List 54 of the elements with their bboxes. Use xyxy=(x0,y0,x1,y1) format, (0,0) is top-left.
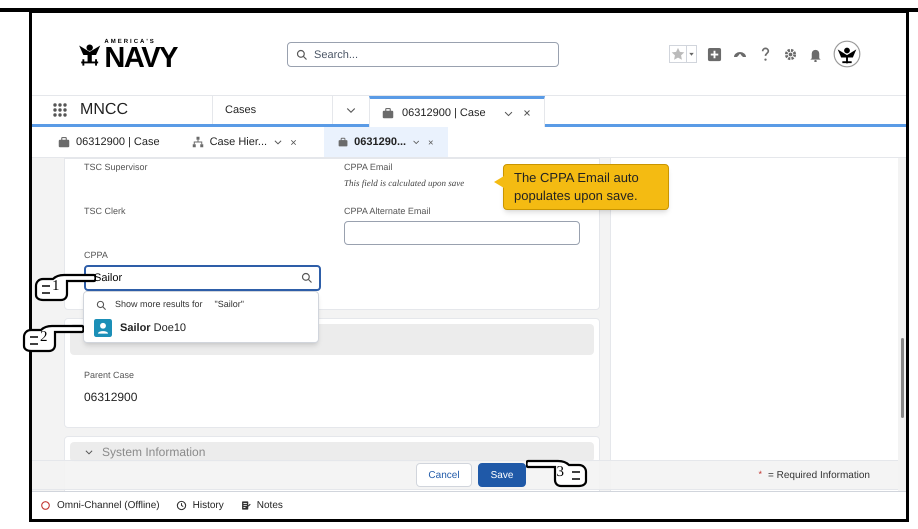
caret-icon xyxy=(686,46,696,62)
field-label: TSC Clerk xyxy=(84,205,126,217)
app-launcher-icon[interactable] xyxy=(52,102,68,118)
hierarchy-icon xyxy=(192,136,204,148)
field-label: CPPA Alternate Email xyxy=(344,205,430,217)
close-icon[interactable] xyxy=(426,138,434,146)
required-legend: = Required Information xyxy=(768,468,870,482)
nav-tab[interactable]: Cases xyxy=(212,96,332,124)
field-label: CPPA Email xyxy=(344,161,392,173)
contact-icon xyxy=(94,319,112,337)
callout-pointer xyxy=(494,176,504,188)
clock-icon xyxy=(176,500,187,511)
star-icon xyxy=(671,47,685,61)
field-label: CPPA xyxy=(84,249,108,261)
add-icon[interactable] xyxy=(707,46,722,62)
utility-item[interactable]: History xyxy=(176,498,224,513)
field-value: 06312900 xyxy=(84,388,138,406)
briefcase-icon xyxy=(382,107,394,119)
settings-icon[interactable] xyxy=(783,46,798,62)
search-field[interactable]: Search... xyxy=(287,42,559,67)
scrollbar-thumb[interactable] xyxy=(900,338,904,418)
field-label: Parent Case xyxy=(84,369,136,382)
search-icon xyxy=(301,272,313,284)
briefcase-icon xyxy=(338,136,348,148)
action-button[interactable]: Save xyxy=(478,463,526,487)
dropdown-result[interactable]: Sailor Doe10 xyxy=(84,316,318,340)
close-icon[interactable] xyxy=(289,138,298,146)
user-avatar[interactable] xyxy=(833,40,861,68)
briefcase-icon xyxy=(58,136,70,148)
app-name: MNCC xyxy=(80,100,128,120)
dropdown-item-text: Show more results for xyxy=(115,298,203,312)
step-number: 2 xyxy=(40,330,48,345)
notes-icon xyxy=(240,500,251,511)
close-icon[interactable] xyxy=(522,108,532,118)
input-field[interactable] xyxy=(344,221,580,245)
search-icon xyxy=(296,48,308,60)
action-button[interactable]: Cancel xyxy=(416,463,472,487)
status-ring-icon xyxy=(40,500,51,511)
dropdown-item[interactable]: Show more results for "Sailor" xyxy=(84,294,318,316)
required-mark: * xyxy=(758,468,762,482)
search-icon xyxy=(96,300,107,310)
field-note: This field is calculated upon save xyxy=(344,177,464,190)
utility-item[interactable]: Omni-Channel (Offline) xyxy=(40,498,160,513)
field-label: TSC Supervisor xyxy=(84,161,148,173)
section-title: System Information xyxy=(102,444,206,461)
step-number: 3 xyxy=(556,465,564,480)
subtab[interactable]: 06312900 | Case xyxy=(52,127,166,157)
search-query: "Sailor" xyxy=(214,298,244,312)
logo-wordmark: NAVY xyxy=(104,45,177,71)
nav-tab[interactable]: 06312900 | Case xyxy=(369,96,545,127)
step-number: 1 xyxy=(52,279,60,294)
subtab[interactable]: 0631290... xyxy=(324,127,448,157)
subtab[interactable]: Case Hier... xyxy=(186,127,304,157)
utility-item[interactable]: Notes xyxy=(240,498,283,513)
